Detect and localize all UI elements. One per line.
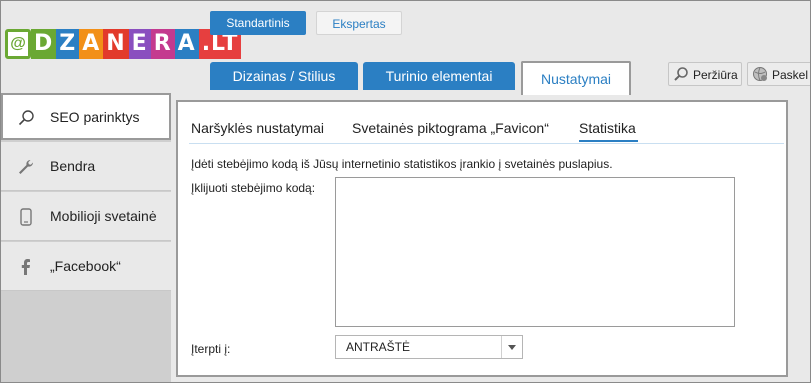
sidebar-item-label: „Facebook“ [50, 258, 121, 274]
logo-at-icon: @ [5, 29, 31, 59]
preview-button[interactable]: Peržiūra [668, 62, 742, 86]
dzanera-logo[interactable]: @ D Z A N E R A .LT [5, 29, 242, 59]
tab-content-elements[interactable]: Turinio elementai [363, 62, 515, 90]
active-subtab-indicator [579, 140, 638, 142]
publish-button[interactable]: Paskel [747, 62, 810, 86]
insert-location-label: Įterpti į: [191, 342, 231, 356]
standard-mode-button[interactable]: Standartinis [210, 11, 306, 35]
tracking-code-input[interactable] [335, 177, 735, 327]
publish-label: Paskel [772, 68, 809, 82]
subtab-favicon[interactable]: Svetainės piktograma „Favicon“ [352, 120, 549, 136]
chevron-down-icon[interactable] [501, 336, 522, 358]
logo-letter: A [79, 29, 104, 59]
search-icon [18, 110, 34, 126]
logo-letter: Z [56, 29, 80, 59]
magnifier-icon [674, 67, 688, 81]
sidebar-item-facebook[interactable]: „Facebook“ [1, 242, 171, 291]
settings-panel: Naršyklės nustatymai Svetainės piktogram… [176, 100, 788, 377]
subtab-divider [189, 143, 784, 144]
logo-letter: A [174, 29, 199, 59]
settings-sidebar: SEO parinktys Bendra Mobilioji svetainė … [1, 93, 171, 382]
mobile-icon [20, 208, 32, 226]
insert-location-value: ANTRAŠTĖ [346, 340, 411, 354]
logo-letter: E [128, 29, 151, 59]
wrench-icon [19, 159, 34, 174]
expert-mode-button[interactable]: Ekspertas [316, 11, 402, 35]
app-frame: @ D Z A N E R A .LT Standartinis Ekspert… [0, 0, 811, 383]
sidebar-item-label: Mobilioji svetainė [50, 208, 157, 224]
sidebar-item-seo[interactable]: SEO parinktys [1, 93, 171, 140]
facebook-icon [21, 259, 30, 275]
insert-location-select[interactable]: ANTRAŠTĖ [335, 335, 523, 359]
sidebar-item-label: Bendra [50, 158, 96, 174]
sidebar-item-label: SEO parinktys [50, 109, 140, 125]
subtab-browser-settings[interactable]: Naršyklės nustatymai [191, 120, 324, 136]
preview-label: Peržiūra [693, 68, 738, 82]
globe-icon [753, 67, 767, 81]
tracking-code-label: Įklijuoti stebėjimo kodą: [191, 181, 316, 195]
tab-design[interactable]: Dizainas / Stilius [210, 62, 358, 90]
subtab-statistics[interactable]: Statistika [579, 120, 636, 136]
logo-letter: N [103, 29, 129, 59]
stats-description: Įdėti stebėjimo kodą iš Jūsų internetini… [191, 157, 613, 171]
sidebar-item-general[interactable]: Bendra [1, 142, 171, 191]
sidebar-item-mobile[interactable]: Mobilioji svetainė [1, 192, 171, 241]
logo-letter: D [31, 29, 57, 59]
tab-settings[interactable]: Nustatymai [521, 61, 631, 95]
logo-letter: R [150, 29, 175, 59]
